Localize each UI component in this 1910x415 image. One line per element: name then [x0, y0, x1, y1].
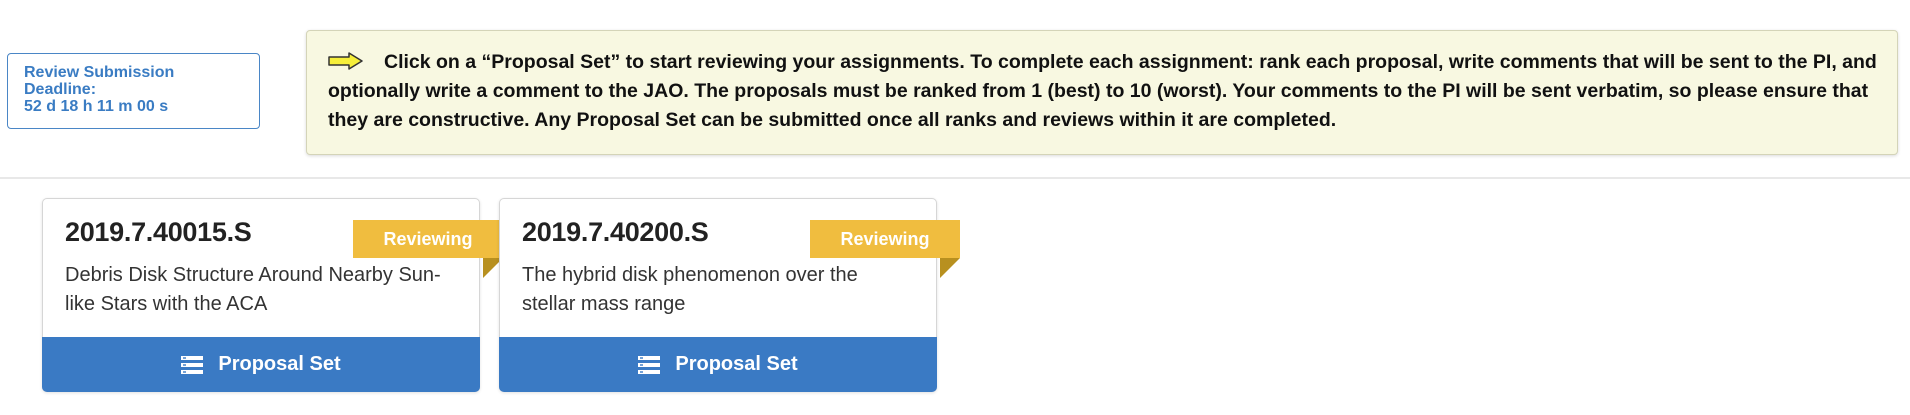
- proposal-set-card: 2019.7.40200.S Reviewing The hybrid disk…: [499, 198, 960, 392]
- instructions-line-1: Click on a “Proposal Set” to start revie…: [328, 48, 1879, 77]
- proposal-code: 2019.7.40200.S: [522, 217, 709, 247]
- proposal-set-button[interactable]: Proposal Set: [42, 337, 480, 392]
- instructions-line-3: they are constructive. Any Proposal Set …: [328, 109, 1337, 131]
- list-icon: [181, 355, 204, 374]
- proposal-set-button-label: Proposal Set: [675, 353, 798, 375]
- proposal-set-button[interactable]: Proposal Set: [499, 337, 937, 392]
- review-deadline-box: Review Submission Deadline: 52 d 18 h 11…: [7, 53, 260, 129]
- deadline-label: Review Submission: [24, 64, 175, 81]
- list-icon: [638, 355, 661, 374]
- proposal-set-card: 2019.7.40015.S Reviewing Debris Disk Str…: [42, 198, 503, 392]
- deadline-label-suffix: Deadline:: [24, 81, 97, 98]
- section-divider: [0, 177, 1910, 179]
- right-arrow-icon: [328, 52, 363, 70]
- proposal-set-button-label: Proposal Set: [218, 353, 341, 375]
- proposal-description: Debris Disk Structure Around Nearby Sun-…: [65, 264, 441, 315]
- instructions-box: Click on a “Proposal Set” to start revie…: [306, 30, 1898, 155]
- status-badge: Reviewing: [353, 220, 503, 258]
- deadline-countdown: 52 d 18 h 11 m 00 s: [24, 98, 169, 115]
- proposal-code: 2019.7.40015.S: [65, 217, 252, 247]
- proposal-description: The hybrid disk phenomenon over the stel…: [522, 264, 858, 315]
- ribbon-fold: [940, 258, 960, 278]
- status-badge: Reviewing: [810, 220, 960, 258]
- instructions-line-2: optionally write a comment to the JAO. T…: [328, 80, 1869, 102]
